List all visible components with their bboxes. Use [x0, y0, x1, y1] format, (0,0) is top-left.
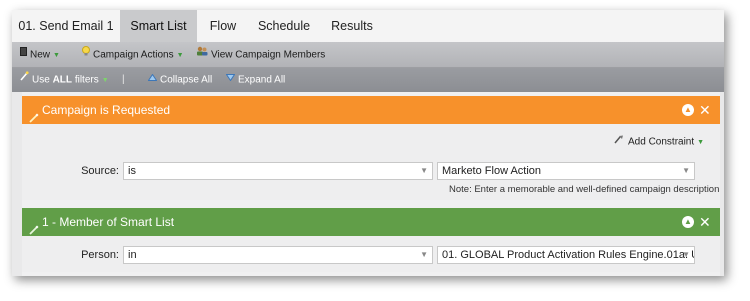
- expand-icon: [225, 67, 236, 91]
- use-all-filters-menu[interactable]: Use ALL filters ▼: [20, 68, 109, 92]
- source-note: Note: Enter a memorable and well-defined…: [449, 184, 720, 195]
- person-operator-select[interactable]: in ▼: [123, 246, 433, 264]
- collapse-all-label: Collapse All: [160, 74, 213, 86]
- move-up-icon[interactable]: ▲: [682, 216, 694, 228]
- use-suffix: filters: [74, 74, 99, 86]
- chevron-down-icon: ▼: [101, 76, 109, 84]
- collapse-all-button[interactable]: Collapse All: [147, 67, 213, 92]
- person-label: Person:: [81, 249, 119, 261]
- filter-body: Person: in ▼ 01. GLOBAL Product Activati…: [22, 236, 720, 272]
- tab-results[interactable]: Results: [319, 10, 385, 42]
- expand-all-button[interactable]: Expand All: [225, 67, 286, 92]
- new-label: New: [30, 49, 51, 61]
- expand-all-label: Expand All: [238, 74, 286, 86]
- person-operator-value: in: [128, 249, 137, 261]
- chevron-down-icon: ▼: [53, 51, 60, 59]
- toolbar-separator: |: [122, 74, 125, 85]
- smart-campaign-panel: 01. Send Email 1 Smart List Flow Schedul…: [12, 10, 724, 276]
- use-prefix: Use: [32, 74, 50, 86]
- campaign-actions-menu-button[interactable]: Campaign Actions ▼: [82, 42, 184, 68]
- person-value-select[interactable]: 01. GLOBAL Product Activation Rules Engi…: [437, 246, 695, 264]
- chevron-down-icon: ▼: [176, 51, 184, 59]
- smart-list-canvas: Campaign is Requested ▲ ✕ Add Constraint…: [22, 92, 720, 276]
- chevron-down-icon: ▼: [420, 166, 428, 175]
- collapse-icon: [147, 67, 158, 91]
- tab-send-email[interactable]: 01. Send Email 1: [12, 10, 120, 42]
- tab-flow[interactable]: Flow: [197, 10, 249, 42]
- trigger-title: Campaign is Requested: [42, 103, 171, 117]
- members-icon: [196, 41, 208, 67]
- view-members-label: View Campaign Members: [211, 49, 326, 61]
- source-label: Source:: [81, 165, 119, 177]
- tab-smart-list[interactable]: Smart List: [120, 10, 197, 42]
- filter-wand-icon: [20, 67, 29, 91]
- new-menu-button[interactable]: New ▼: [20, 42, 60, 68]
- add-constraint-button[interactable]: Add Constraint ▼: [614, 135, 705, 148]
- campaign-actions-label: Campaign Actions: [93, 49, 174, 61]
- person-value: 01. GLOBAL Product Activation Rules Engi…: [442, 249, 695, 261]
- source-value: Marketo Flow Action: [442, 165, 542, 177]
- chevron-down-icon: ▼: [420, 250, 428, 259]
- trigger-body: Add Constraint ▼ Source: is ▼ Marketo Flo…: [22, 124, 720, 200]
- view-campaign-members-button[interactable]: View Campaign Members: [196, 42, 325, 68]
- add-constraint-icon: [614, 135, 625, 147]
- trigger-header[interactable]: Campaign is Requested ▲ ✕: [22, 96, 720, 124]
- source-operator-select[interactable]: is ▼: [123, 162, 433, 180]
- source-value-select[interactable]: Marketo Flow Action ▼: [437, 162, 695, 180]
- add-constraint-label: Add Constraint: [628, 136, 695, 148]
- chevron-down-icon: ▼: [682, 166, 690, 175]
- filter-toolbar: Use ALL filters ▼ | Collapse All Expand A…: [12, 68, 724, 92]
- chevron-down-icon: ▼: [697, 138, 705, 146]
- use-all-bold: ALL: [52, 74, 73, 86]
- filter-header[interactable]: 1 - Member of Smart List ▲ ✕: [22, 208, 720, 236]
- new-icon: [20, 41, 27, 67]
- chevron-down-icon: ▼: [682, 250, 690, 259]
- filter-title: 1 - Member of Smart List: [42, 215, 175, 229]
- action-toolbar: New ▼ Campaign Actions ▼ View Campaign Mem…: [12, 42, 724, 68]
- tab-bar: 01. Send Email 1 Smart List Flow Schedul…: [12, 10, 724, 42]
- tab-schedule[interactable]: Schedule: [249, 10, 319, 42]
- source-operator-value: is: [128, 165, 136, 177]
- lightbulb-icon: [82, 41, 90, 67]
- close-icon[interactable]: ✕: [699, 96, 711, 124]
- move-up-icon[interactable]: ▲: [682, 104, 694, 116]
- close-icon[interactable]: ✕: [699, 208, 711, 236]
